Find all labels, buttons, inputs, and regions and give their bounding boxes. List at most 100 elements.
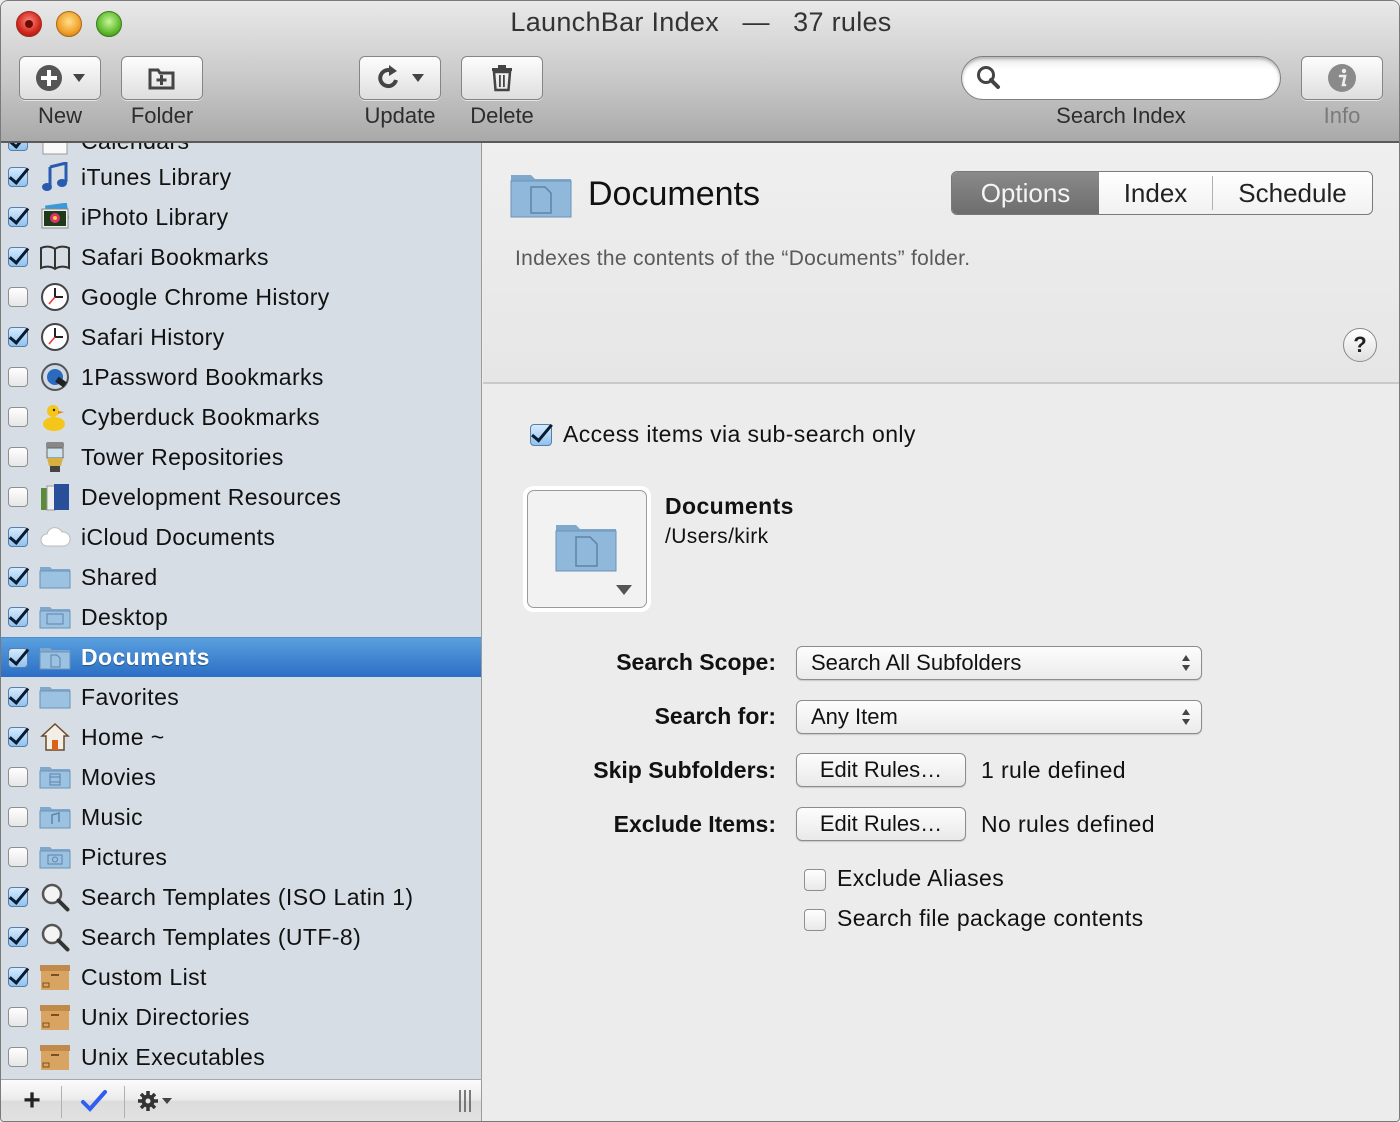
update-label: Update: [364, 103, 436, 128]
list-item[interactable]: iCloud Documents: [1, 517, 481, 557]
rule-checkbox[interactable]: [8, 287, 28, 307]
list-item[interactable]: Music: [1, 797, 481, 837]
home-icon: [39, 721, 71, 753]
rule-checkbox[interactable]: [8, 767, 28, 787]
search-field[interactable]: [961, 56, 1281, 100]
list-item[interactable]: Safari Bookmarks: [1, 237, 481, 277]
divider: [124, 1086, 125, 1118]
list-item[interactable]: Search Templates (ISO Latin 1): [1, 877, 481, 917]
clock-icon: [39, 281, 71, 313]
rule-header: Documents Options Index Schedule Indexes…: [483, 143, 1399, 384]
list-item[interactable]: Unix Executables: [1, 1037, 481, 1077]
rule-checkbox[interactable]: [8, 167, 28, 187]
search-scope-select[interactable]: Search All Subfolders: [796, 646, 1202, 680]
list-item[interactable]: Cyberduck Bookmarks: [1, 397, 481, 437]
exclude-items-label: Exclude Items:: [613, 811, 776, 837]
search-icon: [977, 66, 1000, 89]
rule-checkbox[interactable]: [8, 607, 28, 627]
list-item[interactable]: Shared: [1, 557, 481, 597]
rule-checkbox[interactable]: [8, 847, 28, 867]
rule-checkbox[interactable]: [8, 407, 28, 427]
box-icon: [39, 961, 71, 993]
rule-checkbox[interactable]: [8, 1047, 28, 1067]
rule-checkbox[interactable]: [8, 247, 28, 267]
rule-checkbox[interactable]: [8, 927, 28, 947]
list-item[interactable]: Custom List: [1, 957, 481, 997]
delete-label: Delete: [470, 103, 534, 128]
tab-schedule[interactable]: Schedule: [1213, 172, 1372, 214]
rule-checkbox[interactable]: [8, 143, 28, 151]
new-folder-button[interactable]: [121, 56, 203, 100]
rule-checkbox[interactable]: [8, 487, 28, 507]
skip-subfolders-status: 1 rule defined: [981, 757, 1126, 783]
chevron-down-icon: [161, 1098, 172, 1104]
info-button[interactable]: [1301, 56, 1383, 100]
skip-subfolders-edit-rules-button[interactable]: Edit Rules…: [796, 753, 966, 787]
search-input[interactable]: [1006, 63, 1266, 93]
split-resize-handle[interactable]: [451, 1080, 479, 1121]
list-item[interactable]: Google Chrome History: [1, 277, 481, 317]
toggle-check-button[interactable]: [65, 1080, 123, 1121]
clock-icon: [39, 321, 71, 353]
list-item[interactable]: Development Resources: [1, 477, 481, 517]
sub-search-checkbox[interactable]: [530, 424, 552, 446]
list-item[interactable]: Documents: [1, 637, 481, 677]
list-item[interactable]: Movies: [1, 757, 481, 797]
search-index-label: Search Index: [1056, 103, 1186, 128]
box-icon: [39, 1041, 71, 1073]
list-item[interactable]: Pictures: [1, 837, 481, 877]
rule-checkbox[interactable]: [8, 807, 28, 827]
list-item[interactable]: Desktop: [1, 597, 481, 637]
list-item[interactable]: Home ~: [1, 717, 481, 757]
add-rule-button[interactable]: +: [9, 1080, 55, 1121]
rule-label: Music: [81, 803, 144, 830]
rule-checkbox[interactable]: [8, 687, 28, 707]
list-item[interactable]: 1Password Bookmarks: [1, 357, 481, 397]
gear-icon: [137, 1091, 158, 1111]
rule-label: Favorites: [81, 683, 180, 710]
tab-index[interactable]: Index: [1099, 176, 1213, 210]
rule-checkbox[interactable]: [8, 207, 28, 227]
list-item[interactable]: iPhoto Library: [1, 197, 481, 237]
1password-icon: [39, 361, 71, 393]
action-menu-button[interactable]: [129, 1080, 179, 1121]
rule-label: Unix Directories: [81, 1003, 250, 1030]
list-item[interactable]: Search Templates (UTF-8): [1, 917, 481, 957]
rule-checkbox[interactable]: [8, 367, 28, 387]
tab-options[interactable]: Options: [952, 172, 1099, 214]
updown-arrows-icon: [1182, 709, 1190, 725]
search-package-contents-checkbox[interactable]: [804, 909, 826, 931]
rule-checkbox[interactable]: [8, 647, 28, 668]
rule-label: Home ~: [81, 723, 165, 750]
search-for-select[interactable]: Any Item: [796, 700, 1202, 734]
list-item[interactable]: Unix Directories: [1, 997, 481, 1037]
rule-label: iTunes Library: [81, 163, 232, 190]
search-package-contents-label: Search file package contents: [837, 905, 1144, 931]
list-item[interactable]: iTunes Library: [1, 157, 481, 197]
rule-checkbox[interactable]: [8, 567, 28, 587]
list-item[interactable]: Safari History: [1, 317, 481, 357]
exclude-items-edit-rules-button[interactable]: Edit Rules…: [796, 807, 966, 841]
rule-checkbox[interactable]: [8, 327, 28, 347]
exclude-items-status: No rules defined: [981, 811, 1155, 837]
rule-checkbox[interactable]: [8, 727, 28, 747]
help-button[interactable]: ?: [1343, 328, 1377, 362]
new-label: New: [37, 103, 82, 128]
update-button[interactable]: [359, 56, 441, 100]
options-panel: Access items via sub-search only Documen…: [483, 385, 1399, 1121]
index-rules-list[interactable]: Calendars iTunes Library iPhoto Library Sa…: [1, 143, 482, 1079]
list-item[interactable]: Favorites: [1, 677, 481, 717]
location-well[interactable]: [523, 486, 651, 612]
rule-checkbox[interactable]: [8, 1007, 28, 1027]
rule-checkbox[interactable]: [8, 887, 28, 907]
rule-checkbox[interactable]: [8, 967, 28, 987]
info-label: Info: [1323, 103, 1361, 128]
delete-button[interactable]: [461, 56, 543, 100]
list-item[interactable]: Tower Repositories: [1, 437, 481, 477]
exclude-aliases-checkbox[interactable]: [804, 869, 826, 891]
new-button[interactable]: [19, 56, 101, 100]
rule-checkbox[interactable]: [8, 527, 28, 547]
magnifier-icon: [39, 881, 71, 913]
rule-checkbox[interactable]: [8, 447, 28, 467]
music-note-icon: [39, 161, 71, 193]
